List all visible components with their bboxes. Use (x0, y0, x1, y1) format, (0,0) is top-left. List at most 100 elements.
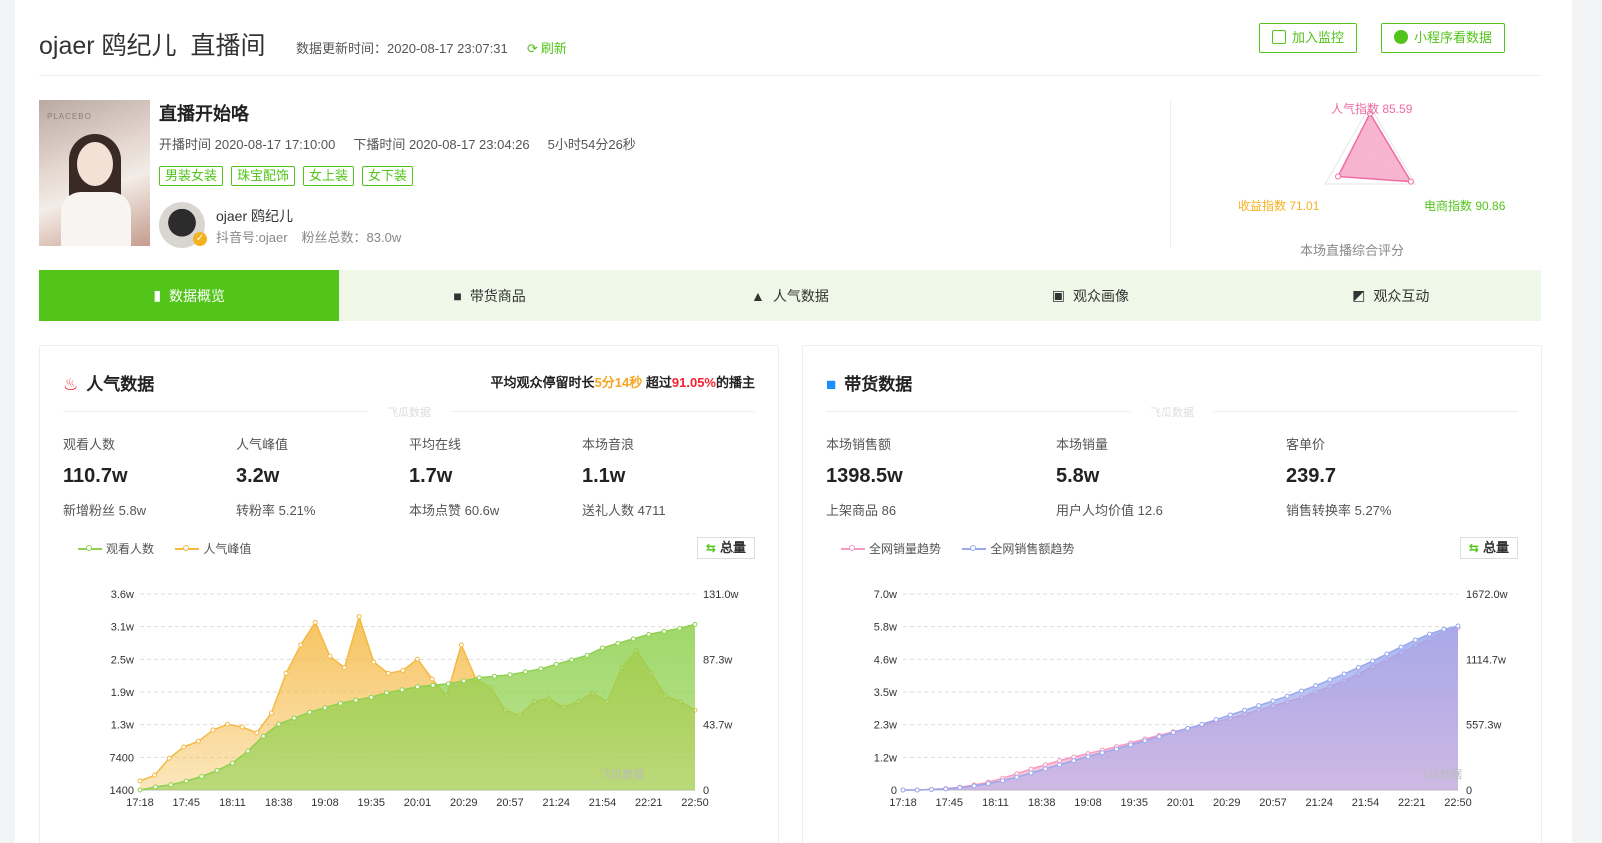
series-point (1085, 754, 1091, 760)
metric-sub: 上架商品 86 (826, 503, 897, 518)
y-tick-label: 0 (891, 785, 897, 797)
series-point (1412, 637, 1418, 643)
metric-sub: 送礼人数 4711 (582, 503, 666, 518)
ecommerce-index-label: 电商指数 90.86 (1424, 199, 1506, 213)
y2-tick-label: 557.3w (1466, 720, 1502, 732)
metric-sub: 本场点赞 60.6w (409, 503, 500, 518)
y2-tick-label: 0 (1466, 785, 1472, 797)
tab-products[interactable]: ■ 带货商品 (339, 270, 639, 321)
series-point (1128, 742, 1134, 748)
series-point (538, 666, 544, 672)
add-monitor-button[interactable]: 加入监控 (1259, 23, 1358, 53)
series-point (1213, 717, 1219, 723)
series-point (1284, 693, 1290, 699)
live-title: 直播开始咯 (159, 104, 249, 124)
tab-label: 带货商品 (469, 287, 526, 304)
series-point (312, 619, 318, 625)
series-point (1341, 671, 1347, 677)
metric-sales-volume: 本场销量 5.8w 用户人均价值 12.6 (1056, 434, 1163, 519)
series-point (507, 672, 513, 678)
legend-label: 全网销量趋势 (869, 542, 942, 556)
tab-popularity[interactable]: ▲ 人气数据 (640, 270, 940, 321)
series-point (1057, 762, 1063, 768)
cover-face (77, 142, 113, 186)
series-point (307, 709, 313, 715)
series-point (199, 774, 205, 780)
refresh-label: 刷新 (540, 41, 567, 56)
note-time: 5分14秒 (594, 375, 643, 390)
metric-value: 1.7w (409, 465, 453, 487)
x-tick-label: 20:29 (450, 797, 478, 809)
series-point (183, 778, 189, 784)
refresh-button[interactable]: ⟳ 刷新 (527, 38, 567, 57)
room-label: 直播间 (190, 32, 266, 60)
miniprogram-button[interactable]: 小程序看数据 (1381, 23, 1506, 53)
legend-item[interactable]: 全网销售额趋势 (962, 540, 1074, 557)
series-point (1057, 758, 1063, 764)
metric-label: 客单价 (1286, 437, 1326, 452)
anchor-meta: 抖音号:ojaer 粉丝总数：83.0w (216, 227, 415, 246)
page-title: ojaer 鸥纪儿 直播间 (39, 26, 266, 62)
metric-value: 3.2w (236, 465, 280, 487)
popularity-title-text: 人气数据 (86, 375, 155, 394)
series-point (458, 642, 464, 648)
x-tick-label: 22:21 (1398, 797, 1426, 809)
fire-icon: ♨ (63, 375, 79, 394)
series-point (677, 625, 683, 631)
series-point (1327, 677, 1333, 683)
series-point (646, 631, 652, 637)
radar-point (1407, 178, 1414, 185)
series-point (399, 687, 405, 693)
tab-label: 人气数据 (772, 287, 829, 304)
series-point (166, 755, 172, 761)
end-time: 下播时间 2020-08-17 23:04:26 (353, 137, 530, 152)
tab-audience-interaction[interactable]: ◩ 观众互动 (1241, 270, 1541, 321)
link-icon (1394, 30, 1408, 44)
series-point (1028, 770, 1034, 776)
series-point (1227, 712, 1233, 718)
series-point (1427, 631, 1433, 637)
series-point (268, 710, 274, 716)
series-point (692, 621, 698, 627)
tab-overview[interactable]: ▮ 数据概览 (39, 270, 340, 321)
series-point (1242, 707, 1248, 713)
series-point (1014, 774, 1020, 780)
swap-icon: ⇆ (1468, 541, 1479, 555)
legend-item[interactable]: 人气峰值 (175, 540, 251, 557)
metric-value: 110.7w (63, 465, 128, 487)
radar-chart (1324, 105, 1416, 185)
sales-title-text: 带货数据 (844, 375, 913, 394)
x-tick-label: 19:08 (311, 797, 339, 809)
series-point (322, 705, 328, 711)
total-toggle-button[interactable]: ⇆ 总量 (696, 537, 755, 559)
series-point (1000, 778, 1006, 784)
y2-tick-label: 87.3w (703, 654, 732, 666)
legend-item[interactable]: 全网销量趋势 (841, 540, 941, 557)
legend-item[interactable]: 观看人数 (78, 540, 154, 557)
series-point (214, 768, 220, 774)
note-pct: 91.05% (671, 375, 716, 390)
series-point (137, 778, 143, 784)
cover-logo: PLACEBO (47, 112, 92, 121)
bar-chart-icon: ▮ (153, 287, 162, 303)
series-point (1170, 730, 1176, 736)
series-point (914, 787, 920, 793)
avatar[interactable]: ✓ (159, 202, 207, 248)
series-point (298, 642, 304, 648)
anchor-name[interactable]: ojaer 鸥纪儿 (216, 206, 293, 226)
refresh-icon: ⟳ (527, 41, 538, 56)
live-cover-image[interactable]: PLACEBO (39, 100, 150, 246)
x-tick-label: 20:01 (1167, 797, 1195, 809)
total-toggle-button[interactable]: ⇆ 总量 (1459, 537, 1518, 559)
x-tick-label: 18:38 (1028, 797, 1056, 809)
metric-label: 观看人数 (63, 437, 116, 452)
series-point (569, 657, 575, 663)
add-monitor-label: 加入监控 (1292, 30, 1345, 45)
shopping-bag-icon: ■ (453, 287, 462, 304)
radar-area (1336, 111, 1413, 183)
score-radar: 人气指数 85.59 收益指数 71.01 电商指数 90.86 (1215, 98, 1515, 258)
series-point (276, 721, 282, 727)
series-point (210, 727, 216, 733)
anchor-title: ojaer 鸥纪儿 (39, 32, 177, 60)
tab-audience-portrait[interactable]: ▣ 观众画像 (940, 270, 1240, 321)
